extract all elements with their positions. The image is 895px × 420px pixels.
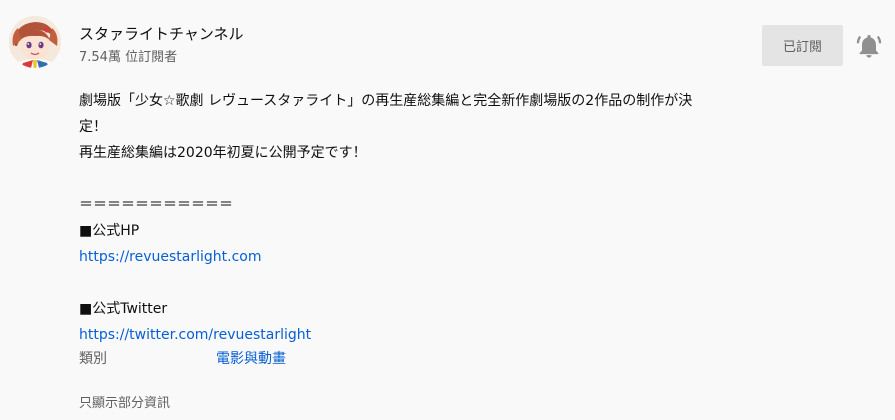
video-description-panel: スタァライトチャンネル 7.54萬 位訂閱者 已訂閱 劇場版「少女☆歌劇 レヴュ… [0,0,895,420]
official-twitter-label: ■公式Twitter [79,301,168,317]
description-spacer [79,270,759,296]
official-twitter-link[interactable]: https://twitter.com/revuestarlight [79,327,311,343]
category-label: 類別 [79,351,107,367]
description-divider: ＝＝＝＝＝＝＝＝＝＝＝ [79,197,233,213]
subscribed-button-label: 已訂閱 [782,40,822,55]
show-less-button[interactable]: 只顯示部分資訊 [79,392,170,411]
subscribed-button[interactable]: 已訂閱 [762,25,843,66]
description-line: 定！ [79,119,107,135]
description-line: 劇場版「少女☆歌劇 レヴュースタァライト」の再生産総集編と完全新作劇場版の2作品… [79,93,693,109]
video-description: 劇場版「少女☆歌劇 レヴュースタァライト」の再生産総集編と完全新作劇場版の2作品… [79,88,759,348]
anime-character-avatar-icon [9,16,61,68]
channel-avatar[interactable] [9,16,61,68]
category-link[interactable]: 電影與動畫 [216,348,286,368]
channel-name[interactable]: スタァライトチャンネル [79,23,244,44]
description-line: 再生産総集編は2020年初夏に公開予定です！ [79,145,367,161]
description-spacer [79,166,759,192]
official-hp-link[interactable]: https://revuestarlight.com [79,249,262,265]
subscriber-count: 7.54萬 位訂閱者 [79,50,178,65]
bell-icon[interactable] [855,32,883,60]
official-hp-label: ■公式HP [79,223,140,239]
